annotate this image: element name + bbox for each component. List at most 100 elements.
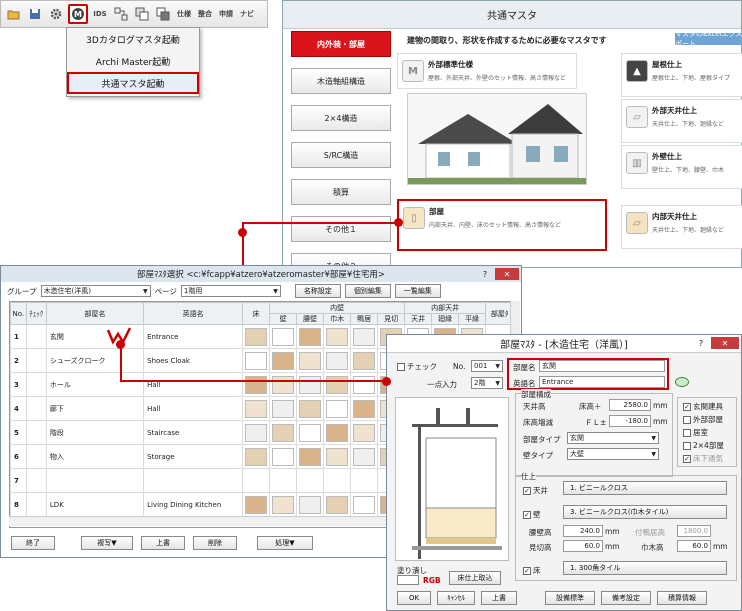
row-no[interactable]: 4 [10,396,27,421]
ids-icon[interactable]: IDS [91,5,109,23]
floor-finish-import-button[interactable]: 床仕上取込 [449,571,501,585]
floor-height-input[interactable]: 2580.0 [609,399,651,411]
fl-input[interactable]: -180.0 [609,415,651,427]
row-swatch[interactable] [350,444,379,469]
row-swatch[interactable] [269,348,298,373]
group-select[interactable]: 木造住宅(洋風) [40,285,151,297]
row-english-name[interactable]: Hall [143,396,244,421]
eye-icon[interactable] [675,377,689,387]
category-wood-frame[interactable]: 木造軸組構造 [291,68,391,94]
card-room[interactable]: ▯ 部屋 内部天井、内壁、床のセット情報、高さ情報など [397,199,607,251]
name-setting-button[interactable]: 名称設定 [294,284,341,298]
row-english-name[interactable]: Hall [143,372,244,397]
rgb-label[interactable]: RGB [423,576,441,585]
floor-finish-button[interactable]: 1. 300角タイル [563,561,727,575]
category-other1[interactable]: その他１ [291,216,391,242]
individual-edit-button[interactable]: 個別編集 [344,284,391,298]
row-no[interactable]: 2 [10,348,27,373]
card-exterior-ceiling[interactable]: ▱ 外部天井仕上 天井仕上、下地、廻縁など [621,99,742,143]
cancel-button[interactable]: ｷｬﾝｾﾙ [437,591,475,605]
tsukekamoi-input[interactable]: 1800.0 [677,525,711,537]
menu-item-common-master[interactable]: 共通マスタ起動 [67,72,199,94]
row-no[interactable]: 7 [10,468,27,493]
row-swatch[interactable] [242,492,271,517]
close-button[interactable]: ✕ [711,337,739,349]
koshikabe-input[interactable]: 240.0 [563,525,603,537]
row-swatch[interactable] [269,420,298,445]
help-button[interactable]: ? [479,268,491,280]
row-room-name[interactable]: 廊下 [45,396,145,421]
row-no[interactable]: 1 [10,324,27,349]
row-swatch[interactable] [323,348,352,373]
row-check[interactable] [25,444,47,469]
row-check[interactable] [25,348,47,373]
card-interior-ceiling[interactable]: ▱ 内部天井仕上 天井仕上、下地、廻縁など [621,205,742,249]
row-swatch[interactable] [296,420,325,445]
row-swatch[interactable] [296,396,325,421]
move-icon[interactable] [154,5,172,23]
row-swatch[interactable] [350,324,379,349]
excel-export-link[interactable]: マスタのExcelエクスポート [675,30,742,48]
floor-checkbox[interactable]: ✓ 床 [523,565,541,576]
ceiling-finish-button[interactable]: 1. ビニールクロス [563,481,727,495]
paint-swatch[interactable] [397,575,419,585]
seigou-icon[interactable]: 整合 [196,5,214,23]
row-room-name[interactable]: LDK [45,492,145,517]
option-checkbox[interactable]: 2×4部屋 [683,440,724,451]
row-swatch[interactable] [323,420,352,445]
row-swatch[interactable] [296,372,325,397]
row-swatch[interactable] [242,348,271,373]
row-swatch[interactable] [323,444,352,469]
row-swatch[interactable] [323,396,352,421]
row-swatch[interactable] [350,372,379,397]
row-no[interactable]: 5 [10,420,27,445]
close-button[interactable]: ✕ [495,268,519,280]
shinsei-icon[interactable]: 申請 [217,5,235,23]
option-checkbox[interactable]: 外部部屋 [683,414,723,425]
row-swatch[interactable] [269,468,298,493]
row-swatch[interactable] [350,348,379,373]
row-check[interactable] [25,372,47,397]
m-master-icon[interactable]: M [68,4,88,24]
row-swatch[interactable] [350,492,379,517]
wall-checkbox[interactable]: ✓ 壁 [523,509,541,520]
row-swatch[interactable] [350,468,379,493]
overwrite-button[interactable]: 上書 [141,536,185,550]
row-check[interactable] [25,468,47,493]
settings-tree-icon[interactable] [112,5,130,23]
check-checkbox[interactable]: チェック [397,361,437,372]
card-exterior-wall[interactable]: ▥ 外壁仕上 壁仕上、下地、腰壁、巾木 [621,145,742,189]
ikkatsu-select[interactable]: 2階 [471,377,503,389]
row-swatch[interactable] [323,468,352,493]
row-swatch[interactable] [323,372,352,397]
row-english-name[interactable]: Storage [143,444,244,469]
list-edit-button[interactable]: 一覧編集 [394,284,441,298]
row-check[interactable] [25,396,47,421]
card-roof[interactable]: ▲ 屋根仕上 屋根仕上、下地、屋根タイプ [621,53,742,97]
row-swatch[interactable] [269,396,298,421]
no-select[interactable]: 001 [471,360,503,372]
row-english-name[interactable]: Shoes Cloak [143,348,244,373]
row-swatch[interactable] [350,396,379,421]
row-swatch[interactable] [242,324,271,349]
category-interior[interactable]: 内外装・部屋 [291,31,391,57]
row-check[interactable] [25,324,47,349]
option-checkbox[interactable]: ✓ 玄関建具 [683,401,723,412]
ok-button[interactable]: OK [397,591,431,605]
row-swatch[interactable] [296,324,325,349]
wall-type-select[interactable]: 大壁 [567,448,659,460]
row-swatch[interactable] [269,324,298,349]
row-swatch[interactable] [269,372,298,397]
row-no[interactable]: 3 [10,372,27,397]
exit-button[interactable]: 終了 [11,536,55,550]
overwrite-button[interactable]: 上書 [481,591,517,605]
row-room-name[interactable] [45,468,145,493]
row-swatch[interactable] [242,420,271,445]
option-checkbox[interactable]: 居室 [683,427,708,438]
row-swatch[interactable] [242,468,271,493]
row-no[interactable]: 6 [10,444,27,469]
row-swatch[interactable] [323,492,352,517]
row-room-name[interactable]: シューズクローク [45,348,145,373]
navi-icon[interactable]: ナビ [238,5,256,23]
row-swatch[interactable] [269,492,298,517]
